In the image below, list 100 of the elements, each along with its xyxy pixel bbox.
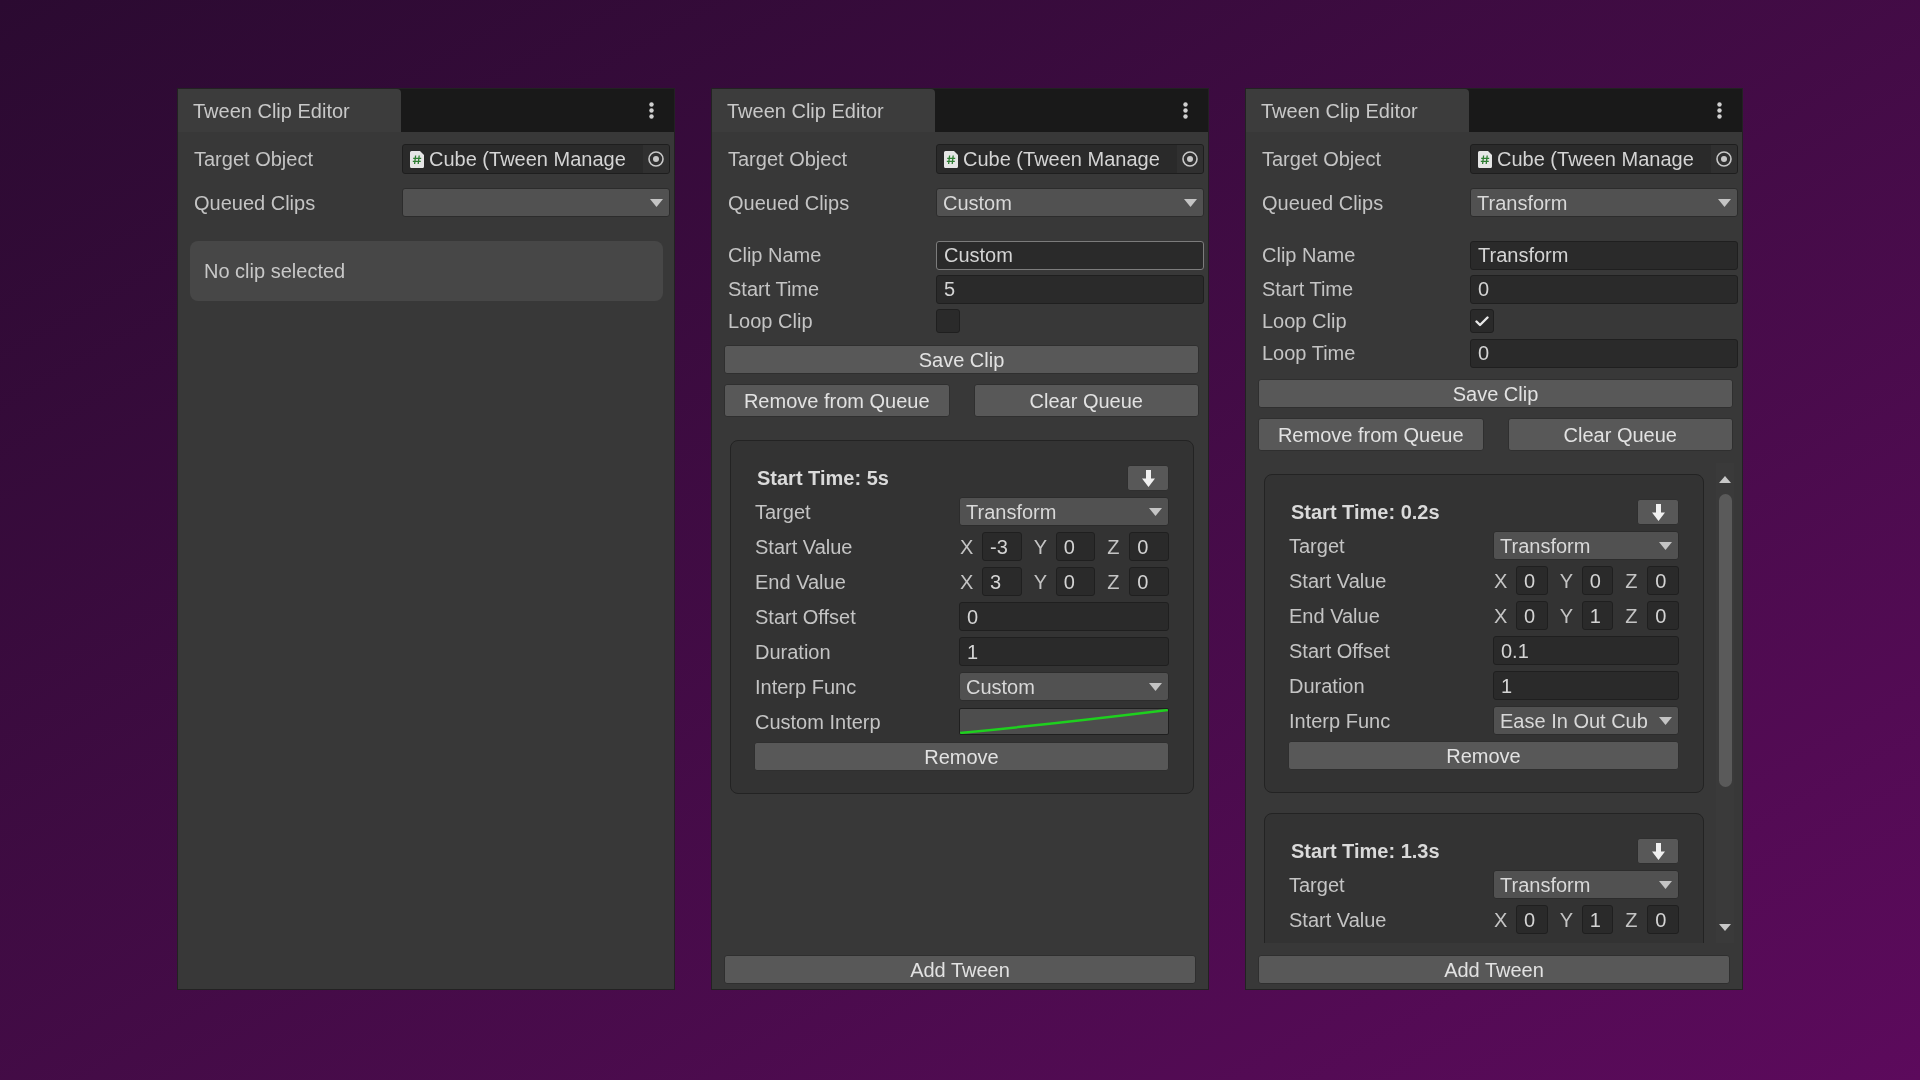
move-down-button[interactable]: [1637, 499, 1679, 525]
dropdown[interactable]: Ease In Out Cub: [1493, 706, 1679, 735]
checkmark-icon: [1475, 315, 1489, 327]
field-label: Clip Name: [727, 243, 823, 267]
remove-button[interactable]: Remove: [1288, 741, 1679, 770]
dropdown-arrow-icon: [1718, 198, 1731, 207]
number-field[interactable]: 1: [959, 637, 1169, 666]
add-tween-button[interactable]: Add Tween: [724, 955, 1196, 984]
field-label: Loop Clip: [1261, 309, 1348, 333]
queue-button[interactable]: Clear Queue: [973, 384, 1199, 417]
text-field[interactable]: 0: [1470, 274, 1738, 304]
target-icon: [648, 151, 664, 167]
text-field[interactable]: 5: [936, 274, 1204, 304]
editor-tab[interactable]: Tween Clip Editor: [712, 89, 935, 132]
field-label: Interp Func: [754, 674, 858, 699]
field-label: Start Value: [1288, 568, 1388, 593]
field-label: End Value: [1288, 603, 1381, 628]
queued-clips-dropdown[interactable]: Transform: [1470, 188, 1738, 217]
field-label: Start Value: [1288, 907, 1388, 932]
axis-label: Y: [1558, 907, 1574, 932]
dropdown-arrow-icon: [1184, 198, 1197, 207]
number-field[interactable]: 0: [959, 602, 1169, 631]
number-field[interactable]: 0: [1647, 905, 1679, 934]
field-label: Custom Interp: [754, 709, 882, 734]
dropdown-arrow-icon: [1149, 682, 1162, 691]
object-field[interactable]: Cube (Tween Manage: [936, 144, 1204, 174]
scroll-up-icon[interactable]: [1719, 476, 1731, 483]
number-field[interactable]: 0: [1647, 566, 1679, 595]
number-field[interactable]: 3: [982, 567, 1022, 596]
target-icon: [1716, 151, 1732, 167]
move-down-button[interactable]: [1637, 838, 1679, 864]
number-field[interactable]: 0: [1516, 601, 1548, 630]
add-tween-button[interactable]: Add Tween: [1258, 955, 1730, 984]
text-field[interactable]: 0: [1470, 338, 1738, 368]
queue-button[interactable]: Clear Queue: [1507, 418, 1733, 451]
object-picker-button[interactable]: [1711, 145, 1737, 173]
axis-label: X: [1493, 568, 1509, 593]
save-clip-button[interactable]: Save Clip: [724, 345, 1199, 374]
number-field[interactable]: 0: [1055, 567, 1096, 596]
scroll-down-icon[interactable]: [1719, 924, 1731, 931]
more-menu-icon[interactable]: [649, 102, 654, 119]
queue-button[interactable]: Remove from Queue: [724, 384, 950, 417]
more-menu-icon[interactable]: [1717, 102, 1722, 119]
number-field[interactable]: 0.1: [1493, 636, 1679, 665]
axis-label: X: [1493, 907, 1509, 932]
field-label: Interp Func: [1288, 708, 1392, 733]
field-label: End Value: [754, 569, 847, 594]
field-label: Clip Name: [1261, 243, 1357, 267]
number-field[interactable]: 0: [1581, 566, 1614, 595]
save-clip-button[interactable]: Save Clip: [1258, 379, 1733, 408]
remove-button[interactable]: Remove: [754, 742, 1169, 771]
script-icon: [944, 150, 958, 168]
number-field[interactable]: 1: [1581, 601, 1614, 630]
field-label: Target Object: [1261, 147, 1382, 171]
field-label: Queued Clips: [1261, 190, 1385, 215]
object-name: Cube (Tween Manage: [429, 147, 626, 171]
tween-title: Start Time: 0.2s: [1290, 500, 1440, 524]
axis-label: Z: [1106, 534, 1121, 559]
axis-label: Z: [1624, 907, 1639, 932]
number-field[interactable]: 1: [1493, 671, 1679, 700]
axis-label: X: [1493, 603, 1509, 628]
object-field[interactable]: Cube (Tween Manage: [402, 144, 670, 174]
text-field[interactable]: Transform: [1470, 240, 1738, 270]
queued-clips-dropdown[interactable]: Custom: [936, 188, 1204, 217]
dropdown[interactable]: Custom: [959, 672, 1169, 701]
field-label: Target Object: [727, 147, 848, 171]
object-picker-button[interactable]: [1177, 145, 1203, 173]
number-field[interactable]: 0: [1647, 601, 1679, 630]
text-field[interactable]: Custom: [936, 240, 1204, 270]
checkbox[interactable]: [936, 309, 960, 333]
queued-clips-dropdown[interactable]: [402, 188, 670, 217]
field-label: Start Time: [1261, 277, 1355, 301]
object-field[interactable]: Cube (Tween Manage: [1470, 144, 1738, 174]
field-label: Start Value: [754, 534, 854, 559]
dropdown[interactable]: Transform: [959, 497, 1169, 526]
dropdown-arrow-icon: [1659, 880, 1672, 889]
field-label: Start Time: [727, 277, 821, 301]
dropdown-arrow-icon: [1149, 507, 1162, 516]
dropdown[interactable]: Transform: [1493, 531, 1679, 560]
scrollbar-thumb[interactable]: [1718, 494, 1732, 787]
editor-tab[interactable]: Tween Clip Editor: [1246, 89, 1469, 132]
move-down-button[interactable]: [1127, 465, 1169, 491]
dropdown[interactable]: Transform: [1493, 870, 1679, 899]
number-field[interactable]: -3: [982, 532, 1022, 561]
queue-button[interactable]: Remove from Queue: [1258, 418, 1484, 451]
checkbox[interactable]: [1470, 309, 1494, 333]
number-field[interactable]: 0: [1129, 567, 1169, 596]
number-field[interactable]: 1: [1581, 905, 1614, 934]
number-field[interactable]: 0: [1516, 905, 1548, 934]
curve-field[interactable]: [959, 708, 1169, 735]
object-picker-button[interactable]: [643, 145, 669, 173]
dropdown-arrow-icon: [1659, 541, 1672, 550]
number-field[interactable]: 0: [1129, 532, 1169, 561]
field-label: Start Offset: [754, 604, 857, 629]
more-menu-icon[interactable]: [1183, 102, 1188, 119]
number-field[interactable]: 0: [1055, 532, 1096, 561]
axis-label: Y: [1558, 568, 1574, 593]
axis-label: Y: [1032, 534, 1048, 559]
number-field[interactable]: 0: [1516, 566, 1548, 595]
editor-tab[interactable]: Tween Clip Editor: [178, 89, 401, 132]
